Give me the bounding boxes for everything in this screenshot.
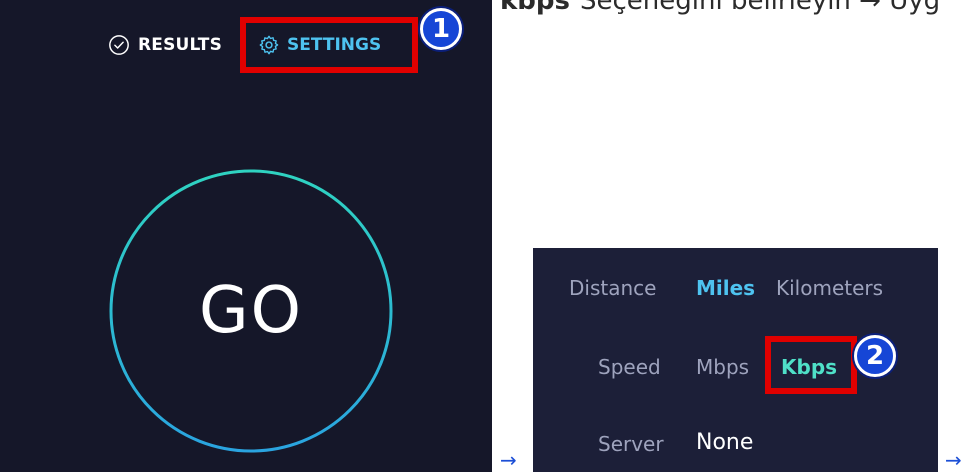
instruction-rest: Seçeneğini belirleyin → Uyg <box>580 0 941 16</box>
server-value[interactable]: None <box>696 430 753 455</box>
arrow-right-icon-2: → <box>945 448 962 472</box>
speed-label: Speed <box>598 355 661 379</box>
instruction-text: kbps Seçeneğini belirleyin → Uyg <box>500 0 940 16</box>
settings-label: SETTINGS <box>287 35 382 55</box>
results-link[interactable]: RESULTS <box>108 32 222 58</box>
distance-label: Distance <box>569 276 657 300</box>
gear-icon <box>259 35 279 55</box>
settings-link[interactable]: SETTINGS <box>258 32 381 58</box>
step-badge-2: 2 <box>854 335 896 377</box>
speed-option-mbps[interactable]: Mbps <box>696 355 749 379</box>
distance-option-kilometers[interactable]: Kilometers <box>776 276 883 300</box>
speed-option-kbps[interactable]: Kbps <box>781 355 837 379</box>
step-badge-1: 1 <box>420 8 462 50</box>
results-label: RESULTS <box>138 35 223 55</box>
server-label: Server <box>598 432 664 456</box>
go-button[interactable]: GO <box>108 168 394 454</box>
arrow-right-icon: → <box>500 448 517 472</box>
checkmark-circle-icon <box>109 35 129 55</box>
distance-option-miles[interactable]: Miles <box>696 276 755 300</box>
instruction-bold: kbps <box>500 0 570 16</box>
